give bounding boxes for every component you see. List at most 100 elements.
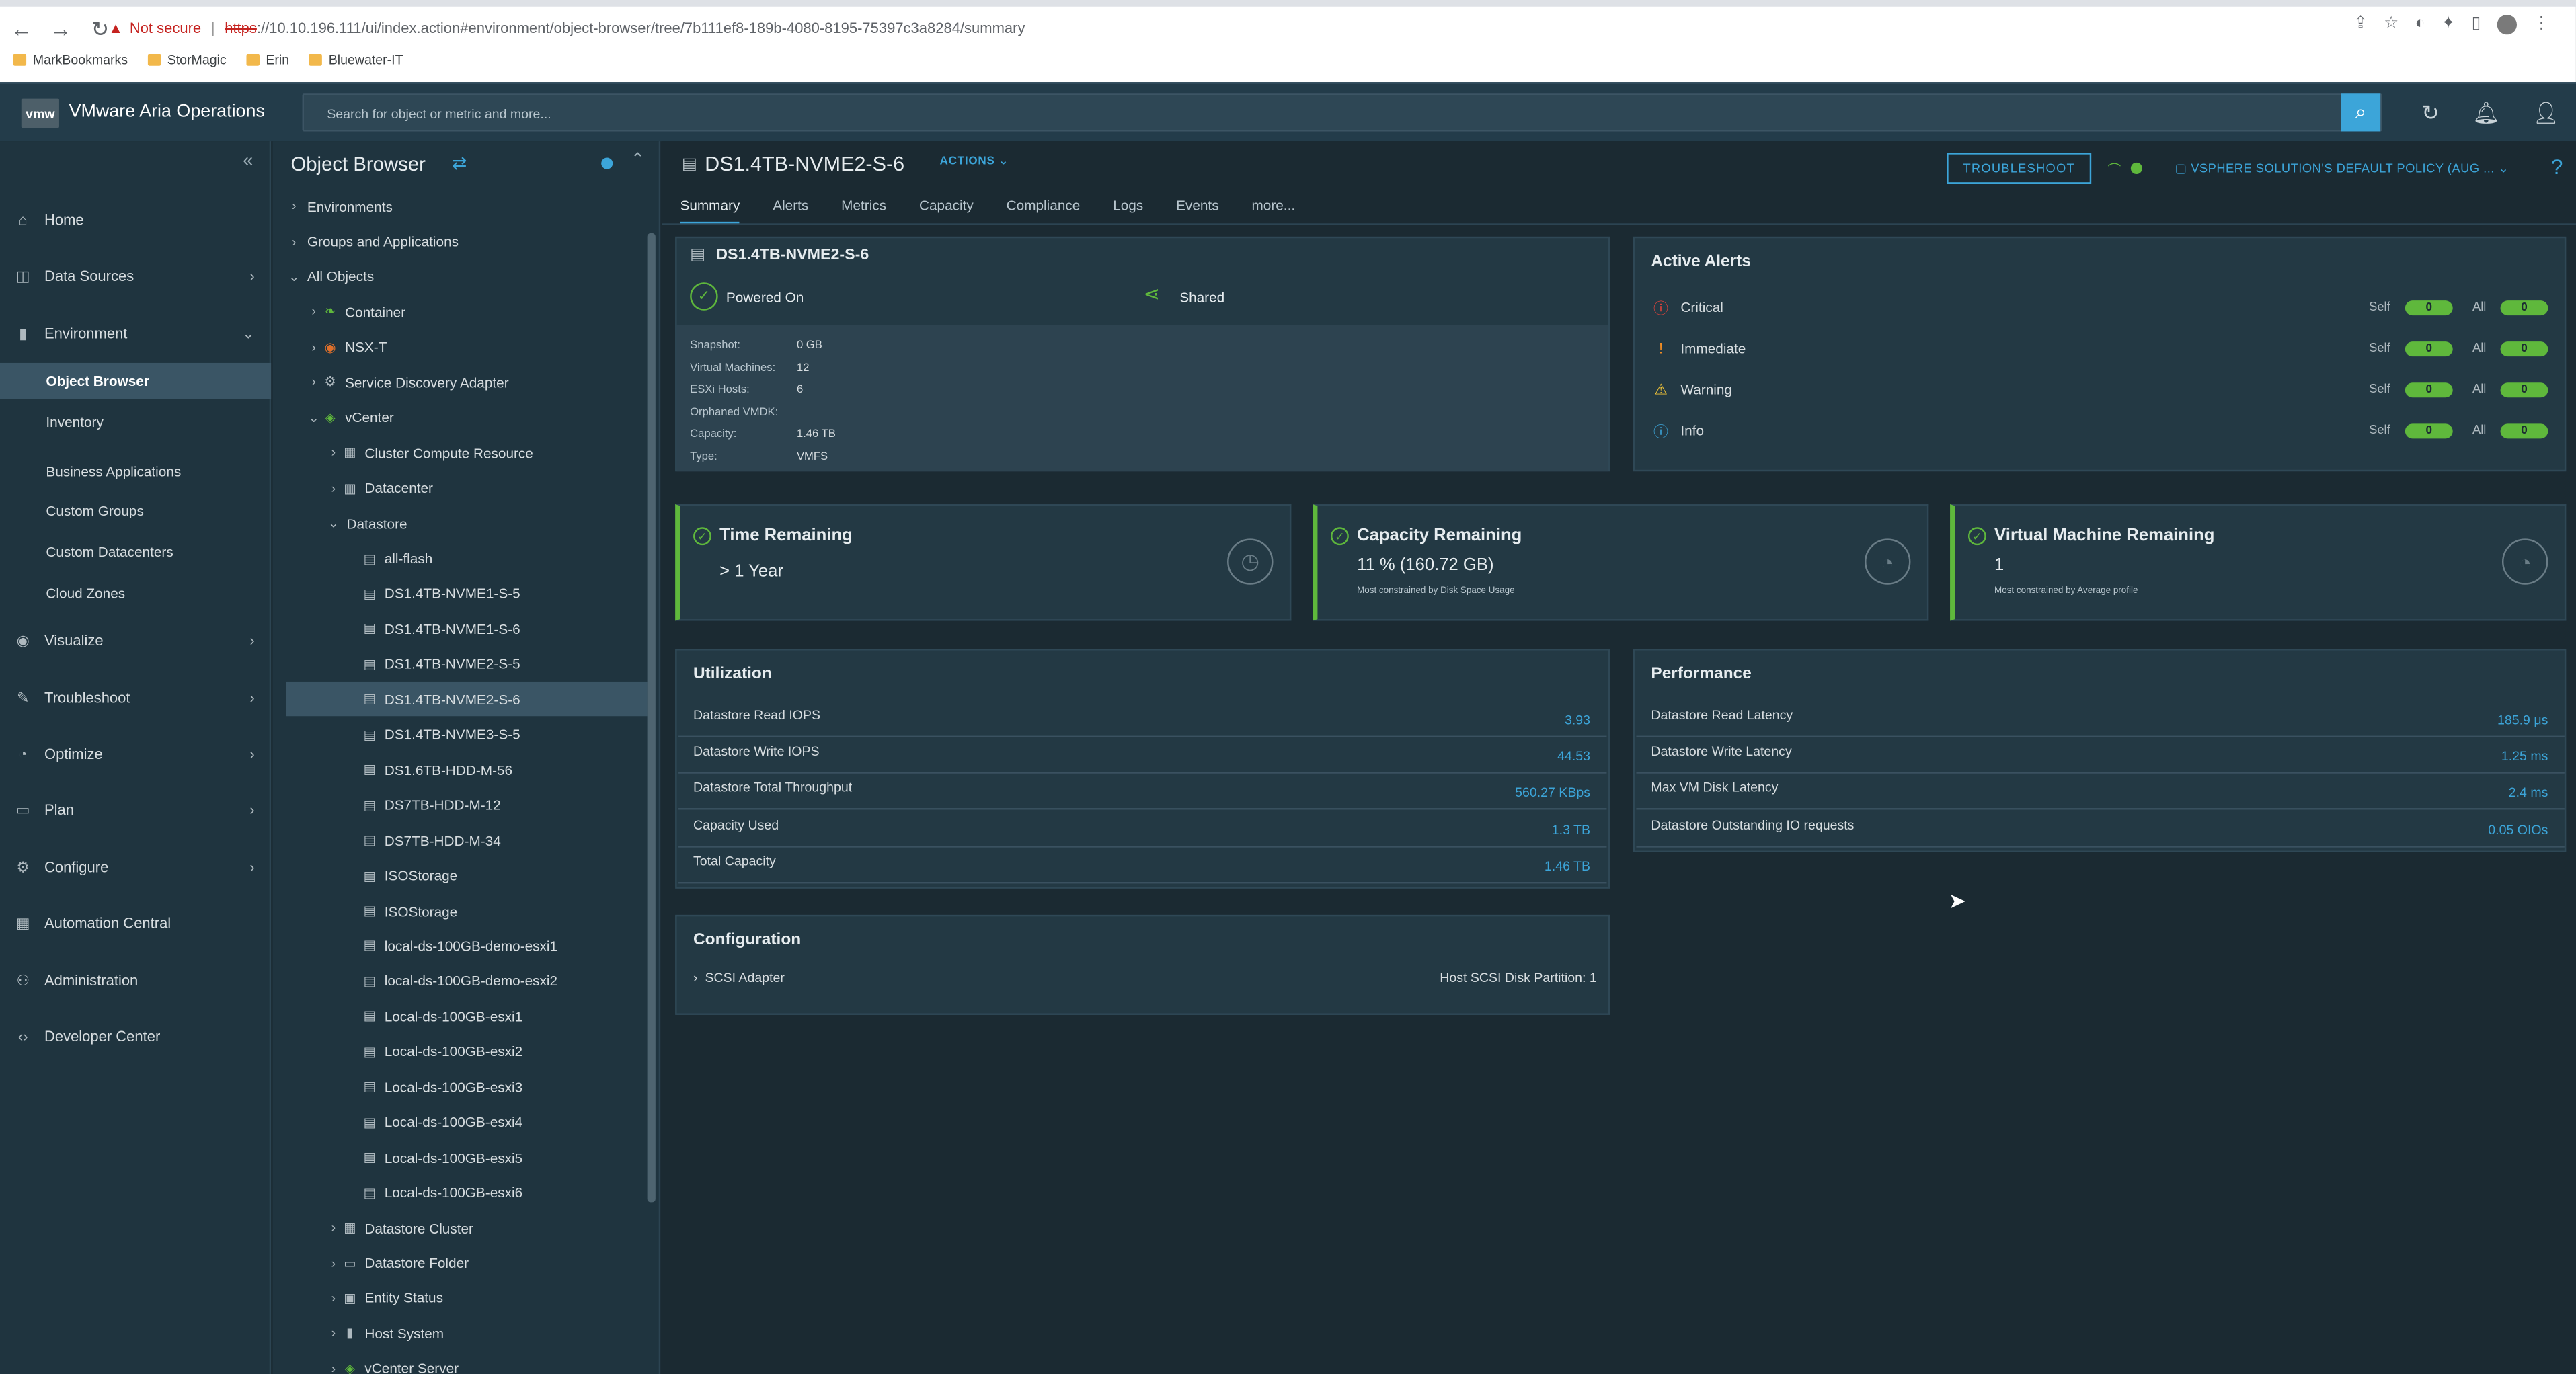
all-count-badge[interactable]: 0 <box>2500 382 2548 398</box>
metric-row[interactable]: Datastore Write IOPS 44.53 <box>678 737 1607 774</box>
metric-row[interactable]: Total Capacity 1.46 TB <box>678 847 1607 883</box>
metric-value[interactable]: 2.4 ms <box>2509 786 2548 801</box>
bookmark-item[interactable]: MarkBookmarks <box>13 52 128 67</box>
tree-node[interactable]: ⌄ ◈ vCenter <box>286 400 393 434</box>
tree-datastore-item[interactable]: ▤ Local-ds-100GB-esxi1 <box>286 999 522 1033</box>
self-count-badge[interactable]: 0 <box>2405 341 2453 357</box>
tree-datastore-item[interactable]: ▤ DS7TB-HDD-M-12 <box>286 788 500 822</box>
chevron-right-icon[interactable]: › <box>305 339 321 354</box>
chevron-right-icon[interactable]: › <box>325 481 342 495</box>
star-icon[interactable]: ☆ <box>2384 15 2398 34</box>
metric-value[interactable]: 185.9 μs <box>2497 713 2548 727</box>
nav-item-developer-center[interactable]: ‹› Developer Center <box>0 1018 271 1055</box>
nav-item-plan[interactable]: ▭ Plan › <box>0 792 271 828</box>
tree-datastore-item[interactable]: ▤ local-ds-100GB-demo-esxi2 <box>286 964 557 998</box>
tab-summary[interactable]: Summary <box>680 197 740 225</box>
tree-datastore-item[interactable]: ▤ ISOStorage <box>286 858 457 893</box>
metric-row[interactable]: Datastore Read IOPS 3.93 <box>678 701 1607 737</box>
tree-refresh-icon[interactable]: ⇄ <box>452 153 467 174</box>
extension-icon[interactable]: ◐ <box>2415 15 2425 34</box>
tree-scrollbar[interactable] <box>647 233 656 1203</box>
policy-link[interactable]: ▢ VSPHERE SOLUTION'S DEFAULT POLICY (AUG… <box>2175 161 2509 175</box>
all-count-badge[interactable]: 0 <box>2500 423 2548 439</box>
chevron-right-icon[interactable]: › <box>305 375 321 390</box>
nav-item-configure[interactable]: ⚙ Configure › <box>0 849 271 885</box>
address-bar[interactable]: ▲ Not secure | https ://10.10.196.111/ui… <box>108 13 2425 43</box>
collapse-nav-icon[interactable]: « <box>243 151 253 171</box>
nav-item-administration[interactable]: ⚇ Administration <box>0 963 271 999</box>
scsi-adapter-row[interactable]: › SCSI Adapter Host SCSI Disk Partition:… <box>693 971 1597 985</box>
user-icon[interactable]: 👤︎ <box>2532 100 2559 126</box>
nav-item-visualize[interactable]: ◉ Visualize › <box>0 622 271 659</box>
refresh-icon[interactable]: ↻ <box>2421 100 2440 126</box>
tree-node[interactable]: › ◈ vCenter Server <box>286 1351 459 1374</box>
tab-more[interactable]: more... <box>1251 197 1295 225</box>
tree-node[interactable]: › ⚙ Service Discovery Adapter <box>286 365 508 399</box>
vmware-logo[interactable]: vmw <box>21 98 59 128</box>
nav-item-automation-central[interactable]: ▦ Automation Central <box>0 905 271 941</box>
tab-capacity[interactable]: Capacity <box>919 197 974 225</box>
actions-dropdown[interactable]: ACTIONS ⌄ <box>940 155 1009 167</box>
global-search-input[interactable]: Search for object or metric and more... <box>302 93 2382 132</box>
tree-datastore-item[interactable]: ▤ Local-ds-100GB-esxi2 <box>286 1035 522 1069</box>
metric-row[interactable]: Max VM Disk Latency 2.4 ms <box>1636 774 2565 811</box>
metric-value[interactable]: 1.25 ms <box>2501 750 2548 764</box>
puzzle-icon[interactable]: ✦ <box>2442 15 2456 34</box>
tree-node[interactable]: › ▥ Datacenter <box>286 471 433 505</box>
tree-node[interactable]: ⌄ All Objects <box>286 259 374 294</box>
tree-datastore-item[interactable]: ▤ DS7TB-HDD-M-34 <box>286 823 500 857</box>
tree-node[interactable]: › ◉ NSX-T <box>286 330 387 364</box>
chevron-right-icon[interactable]: › <box>325 1256 342 1270</box>
nav-sub-inventory[interactable]: Inventory <box>0 404 271 440</box>
tree-node[interactable]: › ▮ Host System <box>286 1316 444 1350</box>
tree-datastore-item[interactable]: ▤ DS1.4TB-NVME2-S-6 <box>286 682 648 717</box>
tree-datastore-item[interactable]: ▤ all-flash <box>286 541 432 575</box>
metric-value[interactable]: 1.46 TB <box>1545 858 1590 873</box>
all-count-badge[interactable]: 0 <box>2500 341 2548 357</box>
kebab-menu-icon[interactable]: ⋮ <box>2533 15 2549 34</box>
tree-datastore-item[interactable]: ▤ DS1.4TB-NVME1-S-6 <box>286 612 520 646</box>
chevron-right-icon[interactable]: › <box>325 1361 342 1374</box>
nav-item-environment[interactable]: ▮ Environment ⌄ <box>0 315 271 352</box>
nav-item-optimize[interactable]: ◔ Optimize › <box>0 736 271 772</box>
collapse-up-icon[interactable]: ⌃ <box>631 151 645 169</box>
help-icon[interactable]: ? <box>2551 155 2563 179</box>
self-count-badge[interactable]: 0 <box>2405 423 2453 439</box>
nav-item-data-sources[interactable]: ◫ Data Sources › <box>0 258 271 294</box>
tree-node[interactable]: › ▦ Datastore Cluster <box>286 1211 473 1245</box>
nav-item-home[interactable]: ⌂ Home <box>0 202 271 239</box>
tree-datastore-item[interactable]: ▤ Local-ds-100GB-esxi3 <box>286 1069 522 1104</box>
tree-datastore-item[interactable]: ▤ DS1.6TB-HDD-M-56 <box>286 752 512 786</box>
metric-value[interactable]: 1.3 TB <box>1552 822 1590 837</box>
tab-compliance[interactable]: Compliance <box>1007 197 1081 225</box>
metric-value[interactable]: 3.93 <box>1565 713 1590 727</box>
chevron-right-icon[interactable]: › <box>325 446 342 460</box>
sidepanel-icon[interactable]: ▯ <box>2472 15 2481 34</box>
troubleshoot-button[interactable]: TROUBLESHOOT <box>1947 153 2092 184</box>
tree-node[interactable]: › Environments <box>286 189 393 223</box>
tab-metrics[interactable]: Metrics <box>841 197 886 225</box>
tree-datastore-item[interactable]: ▤ Local-ds-100GB-esxi6 <box>286 1175 522 1209</box>
metric-value[interactable]: 44.53 <box>1557 750 1590 764</box>
share-icon[interactable]: ⇪ <box>2353 15 2368 34</box>
tree-node[interactable]: › Groups and Applications <box>286 224 459 258</box>
tree-node[interactable]: › ▭ Datastore Folder <box>286 1246 469 1280</box>
tree-datastore-item[interactable]: ▤ local-ds-100GB-demo-esxi1 <box>286 928 557 963</box>
tree-node[interactable]: › ❧ Container <box>286 294 405 329</box>
tree-node[interactable]: › ▣ Entity Status <box>286 1281 443 1315</box>
metric-value[interactable]: 0.05 OIOs <box>2488 822 2548 837</box>
app-title[interactable]: VMware Aria Operations <box>69 102 265 121</box>
chevron-right-icon[interactable]: › <box>305 305 321 319</box>
back-icon[interactable]: ← <box>10 16 33 42</box>
metric-row[interactable]: Capacity Used 1.3 TB <box>678 811 1607 847</box>
metric-row[interactable]: Datastore Write Latency 1.25 ms <box>1636 737 2565 774</box>
chevron-down-icon[interactable]: ⌄ <box>325 516 342 530</box>
metric-row[interactable]: Datastore Outstanding IO requests 0.05 OI… <box>1636 811 2565 847</box>
tab-events[interactable]: Events <box>1176 197 1219 225</box>
chevron-right-icon[interactable]: › <box>325 1220 342 1235</box>
chevron-right-icon[interactable]: › <box>286 199 302 214</box>
self-count-badge[interactable]: 0 <box>2405 300 2453 316</box>
chevron-down-icon[interactable]: ⌄ <box>286 269 302 284</box>
search-icon[interactable]: ⌕ <box>2341 93 2381 132</box>
tree-node[interactable]: ⌄ Datastore <box>286 506 407 540</box>
